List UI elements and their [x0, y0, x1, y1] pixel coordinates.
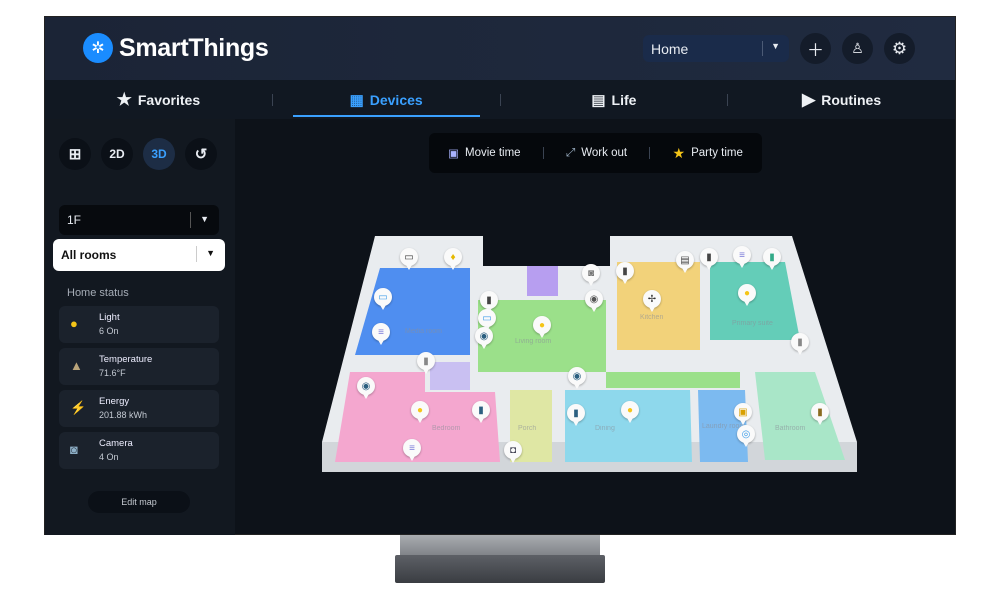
robot-icon[interactable]: ◉ — [568, 367, 586, 389]
washer-icon[interactable]: ▣ — [734, 403, 752, 425]
monitor-icon[interactable]: ▭ — [374, 288, 392, 310]
robot-icon[interactable]: ◉ — [357, 377, 375, 399]
phone-icon[interactable]: ▮ — [472, 401, 490, 423]
bulb-icon[interactable]: ● — [411, 401, 429, 423]
fridge-icon[interactable]: ▮ — [480, 291, 498, 313]
bulb-icon[interactable]: ● — [533, 316, 551, 338]
floor-plan-3d[interactable]: Media room Living room Kitchen Primary s… — [0, 0, 1000, 600]
bulb-icon[interactable]: ● — [621, 401, 639, 423]
robot-icon[interactable]: ◉ — [475, 327, 493, 349]
robot-icon[interactable]: ◉ — [585, 290, 603, 312]
tv-icon[interactable]: ▭ — [400, 248, 418, 270]
blinds-icon[interactable]: ≡ — [372, 323, 390, 345]
purifier-icon[interactable]: ▮ — [791, 333, 809, 355]
blinds-icon[interactable]: ≡ — [733, 246, 751, 268]
monitor-icon[interactable]: ▭ — [478, 309, 496, 331]
bulb-icon[interactable]: ● — [738, 284, 756, 306]
room-primary-suite — [710, 262, 800, 340]
room-label: Living room — [515, 338, 551, 345]
room-label: Dining — [595, 425, 615, 432]
room-label: Bedroom — [432, 425, 461, 432]
room-label: Porch — [518, 425, 536, 432]
camera-icon[interactable]: ◙ — [582, 264, 600, 286]
speaker-icon[interactable]: ▮ — [700, 248, 718, 270]
speaker-icon[interactable]: ▮ — [763, 248, 781, 270]
dryer-icon[interactable]: ◎ — [737, 425, 755, 447]
phone-icon[interactable]: ▮ — [567, 404, 585, 426]
blinds-icon[interactable]: ≡ — [403, 439, 421, 461]
lock-icon[interactable]: ◘ — [504, 441, 522, 463]
room-label: Kitchen — [640, 314, 663, 321]
room-hall — [527, 266, 558, 296]
fan-icon[interactable]: ✢ — [643, 290, 661, 312]
room-label: Media room — [405, 328, 442, 335]
tv-stand-base — [395, 555, 605, 583]
fridge-icon[interactable]: ▮ — [616, 262, 634, 284]
lamp-icon[interactable]: ♦ — [444, 248, 462, 270]
room-label: Bathroom — [775, 425, 806, 432]
room-label: Primary suite — [732, 320, 773, 327]
thermostat-icon[interactable]: ▮ — [811, 403, 829, 425]
oven-icon[interactable]: ▤ — [676, 251, 694, 273]
tv-stand-neck — [400, 535, 600, 557]
thermostat-icon[interactable]: ▮ — [417, 352, 435, 374]
